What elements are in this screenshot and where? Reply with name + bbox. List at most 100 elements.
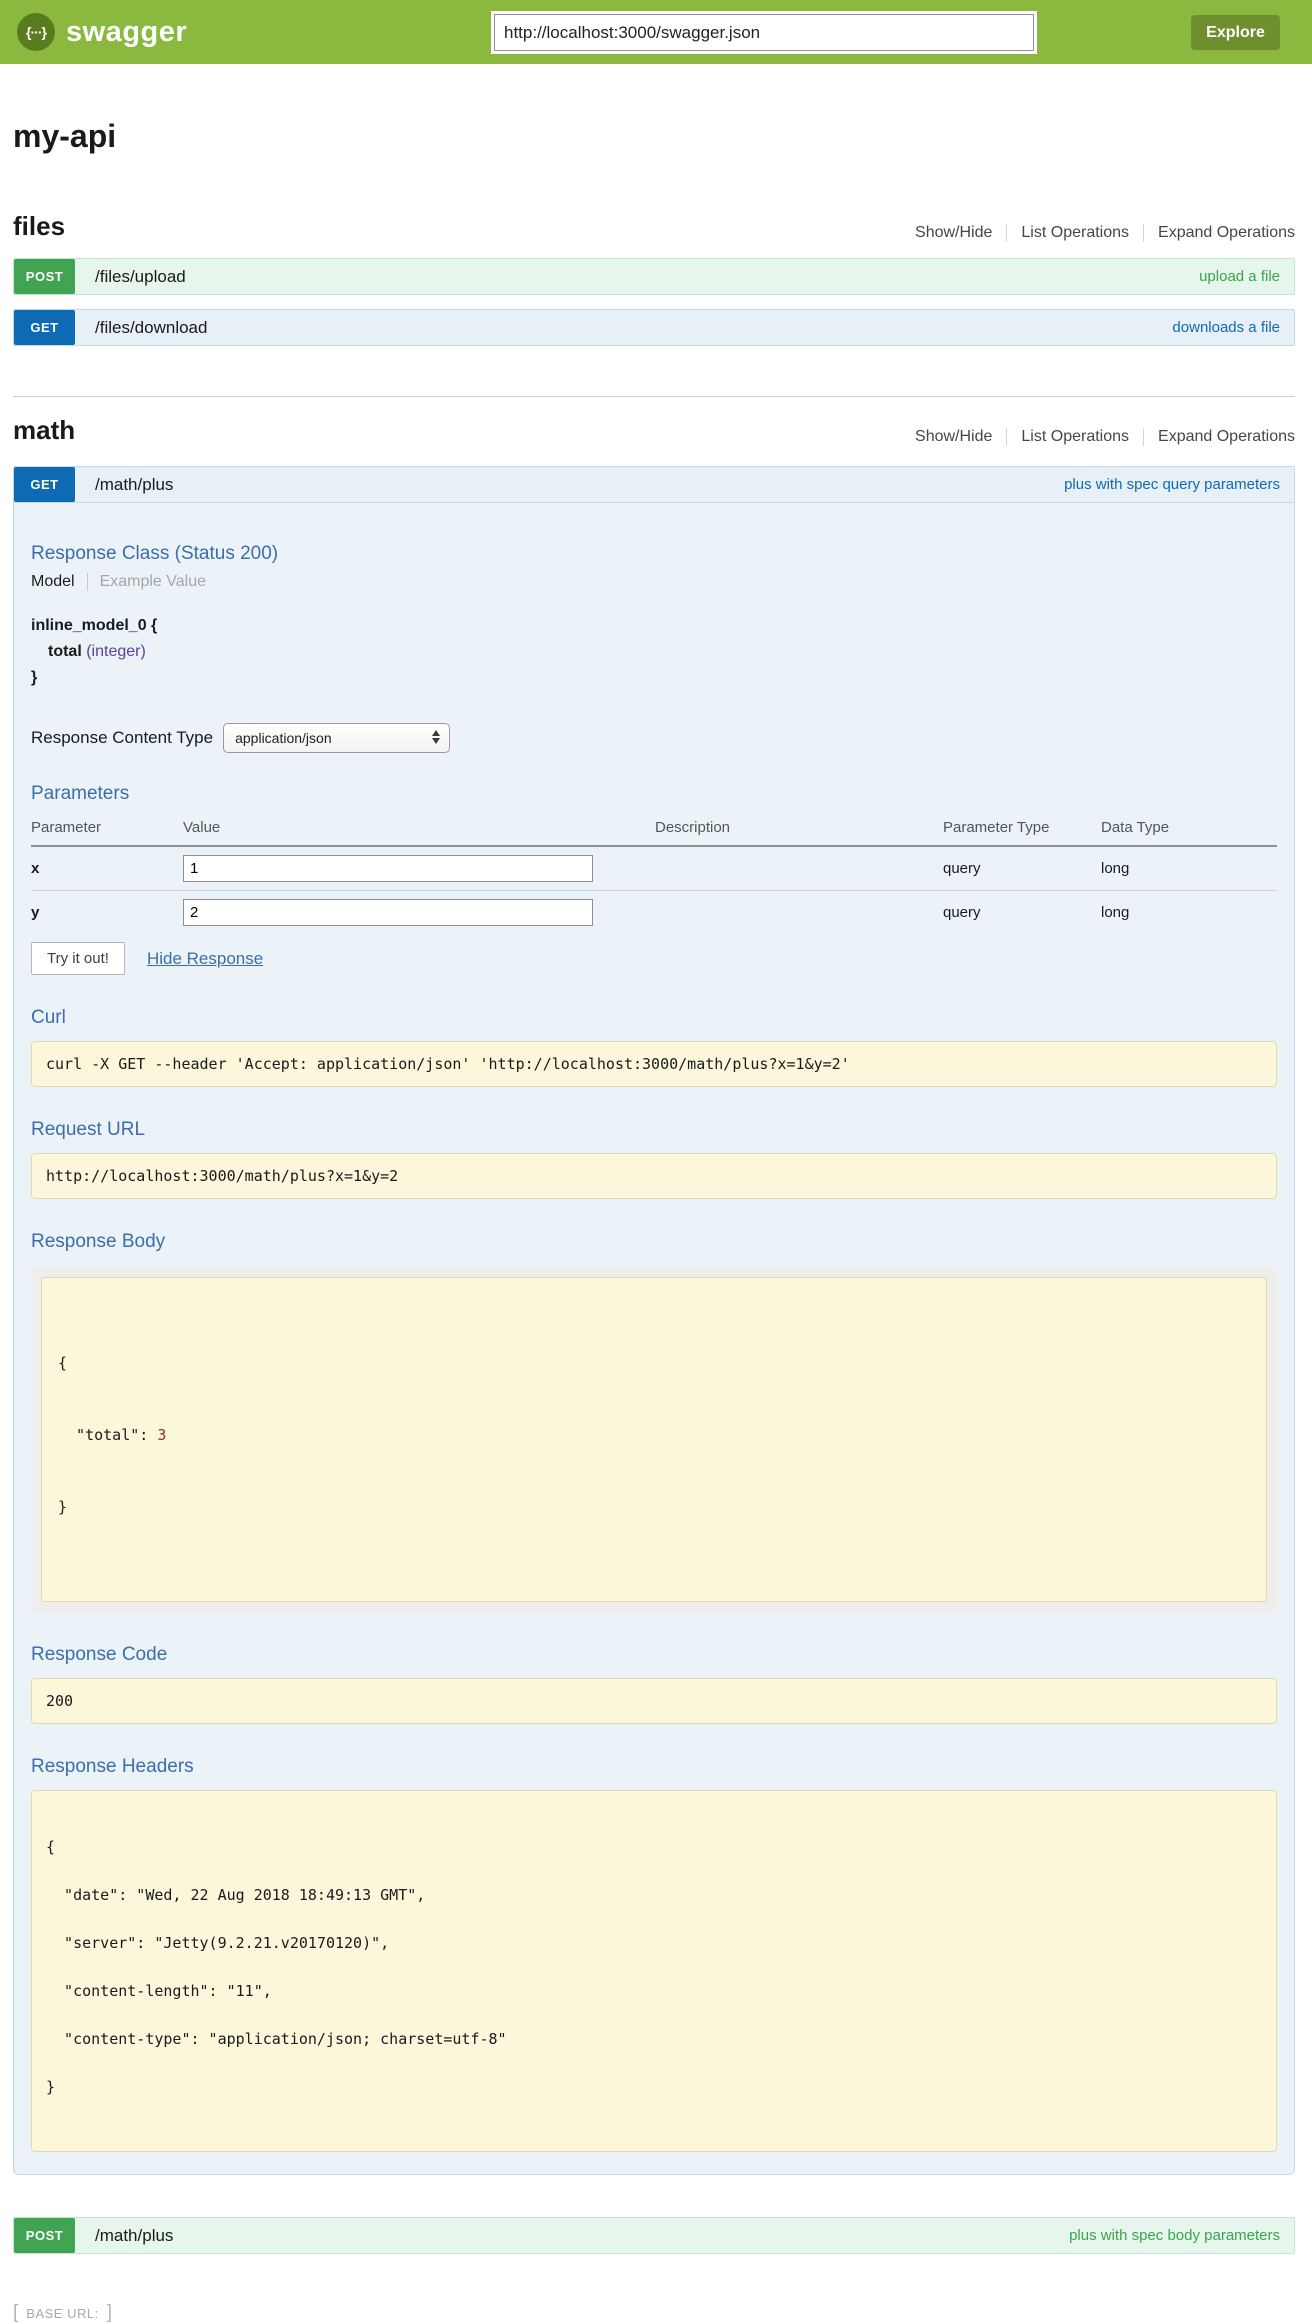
json-line: { <box>58 1351 1250 1375</box>
header-line: "date": "Wed, 22 Aug 2018 18:49:13 GMT", <box>46 1887 1262 1903</box>
curl-heading: Curl <box>31 1007 1277 1029</box>
header-line: "content-length": "11", <box>46 1983 1262 1999</box>
math-section-header: math Show/Hide List Operations Expand Op… <box>13 415 1295 446</box>
param-data-type: long <box>1101 891 1277 935</box>
curl-command-box: curl -X GET --header 'Accept: applicatio… <box>31 1041 1277 1087</box>
param-x-input[interactable] <box>183 855 593 882</box>
method-badge-post[interactable]: POST <box>14 259 75 294</box>
page-title: my-api <box>13 118 1295 155</box>
brand-name: swagger <box>66 16 187 49</box>
parameter-row-x: x query long <box>31 846 1277 891</box>
select-arrows-icon <box>432 730 440 744</box>
endpoint-path-link[interactable]: /math/plus <box>95 475 1064 495</box>
param-data-type: long <box>1101 846 1277 891</box>
col-parameter: Parameter <box>31 811 183 846</box>
response-body-heading: Response Body <box>31 1231 1277 1253</box>
files-section-header: files Show/Hide List Operations Expand O… <box>13 211 1295 242</box>
response-class-heading: Response Class (Status 200) <box>31 543 1277 565</box>
show-hide-link[interactable]: Show/Hide <box>901 224 1006 242</box>
response-headers-heading: Response Headers <box>31 1756 1277 1778</box>
list-operations-link[interactable]: List Operations <box>1006 428 1143 446</box>
expand-operations-link[interactable]: Expand Operations <box>1143 224 1295 242</box>
open-brace: { <box>147 617 158 634</box>
endpoint-summary-link[interactable]: plus with spec body parameters <box>1069 2227 1280 2244</box>
base-url-footer: [ BASE URL: ] <box>13 2302 1295 2324</box>
json-line: "total": 3 <box>58 1423 1250 1447</box>
param-type: query <box>943 846 1101 891</box>
response-body-wrapper: { "total": 3 } <box>31 1267 1277 1612</box>
hide-response-link[interactable]: Hide Response <box>147 949 263 969</box>
endpoint-row-get-math-plus: GET /math/plus plus with spec query para… <box>13 466 1295 503</box>
operation-panel: Response Class (Status 200) Model Exampl… <box>13 503 1295 2175</box>
response-headers-box: { "date": "Wed, 22 Aug 2018 18:49:13 GMT… <box>31 1790 1277 2152</box>
param-description <box>655 846 943 891</box>
try-it-out-button[interactable]: Try it out! <box>31 942 125 975</box>
param-type: query <box>943 891 1101 935</box>
tab-model[interactable]: Model <box>31 573 87 591</box>
spec-url-input[interactable] <box>494 14 1034 51</box>
endpoint-summary-link[interactable]: upload a file <box>1199 268 1280 285</box>
swagger-logo-icon: {···} <box>17 13 55 51</box>
explore-button[interactable]: Explore <box>1191 15 1280 50</box>
response-content-type-select[interactable]: application/json <box>223 723 450 753</box>
endpoint-row-post-math-plus: POST /math/plus plus with spec body para… <box>13 2217 1295 2254</box>
endpoint-path-link[interactable]: /math/plus <box>95 2226 1069 2246</box>
header-line: "server": "Jetty(9.2.21.v20170120)", <box>46 1935 1262 1951</box>
files-section-controls: Show/Hide List Operations Expand Operati… <box>901 224 1295 242</box>
endpoint-summary-link[interactable]: plus with spec query parameters <box>1064 476 1280 493</box>
endpoint-path-link[interactable]: /files/download <box>95 318 1172 338</box>
method-badge-post[interactable]: POST <box>14 2218 75 2253</box>
model-signature: inline_model_0 { total (integer) } <box>31 613 1277 691</box>
request-url-box: http://localhost:3000/math/plus?x=1&y=2 <box>31 1153 1277 1199</box>
section-divider <box>13 396 1295 397</box>
try-row: Try it out! Hide Response <box>31 942 1277 975</box>
list-operations-link[interactable]: List Operations <box>1006 224 1143 242</box>
method-badge-get[interactable]: GET <box>14 467 75 502</box>
col-parameter-type: Parameter Type <box>943 811 1101 846</box>
swagger-logo: {···} swagger <box>17 13 187 51</box>
param-name: y <box>31 891 183 935</box>
prop-name: total <box>48 643 82 660</box>
selected-content-type: application/json <box>235 730 332 746</box>
response-content-type-row: Response Content Type application/json <box>31 723 1277 753</box>
parameter-row-y: y query long <box>31 891 1277 935</box>
signature-line-close: } <box>31 665 1277 691</box>
header-bar: {···} swagger Explore <box>0 0 1312 64</box>
parameters-heading: Parameters <box>31 783 1277 805</box>
col-data-type: Data Type <box>1101 811 1277 846</box>
param-y-input[interactable] <box>183 899 593 926</box>
response-body-box: { "total": 3 } <box>41 1277 1267 1602</box>
json-line: } <box>58 1495 1250 1519</box>
response-code-heading: Response Code <box>31 1644 1277 1666</box>
header-line: } <box>46 2079 1262 2095</box>
close-bracket: ] <box>107 2302 112 2324</box>
signature-line-open: inline_model_0 { <box>31 613 1277 639</box>
model-tabs: Model Example Value <box>31 573 1277 591</box>
model-name: inline_model_0 <box>31 617 147 634</box>
parameters-table: Parameter Value Description Parameter Ty… <box>31 811 1277 934</box>
math-section-title: math <box>13 415 75 446</box>
tab-example-value[interactable]: Example Value <box>87 573 206 591</box>
param-description <box>655 891 943 935</box>
endpoint-path-link[interactable]: /files/upload <box>95 267 1199 287</box>
prop-type: (integer) <box>82 643 146 660</box>
main-content: my-api files Show/Hide List Operations E… <box>13 118 1295 2324</box>
open-bracket: [ <box>13 2302 18 2324</box>
method-badge-get[interactable]: GET <box>14 310 75 345</box>
param-name: x <box>31 846 183 891</box>
show-hide-link[interactable]: Show/Hide <box>901 428 1006 446</box>
col-value: Value <box>183 811 655 846</box>
files-section-title: files <box>13 211 65 242</box>
base-url-label: BASE URL: <box>26 2306 98 2321</box>
response-code-box: 200 <box>31 1678 1277 1724</box>
parameters-header-row: Parameter Value Description Parameter Ty… <box>31 811 1277 846</box>
request-url-heading: Request URL <box>31 1119 1277 1141</box>
endpoint-row-post-files-upload: POST /files/upload upload a file <box>13 258 1295 295</box>
math-section-controls: Show/Hide List Operations Expand Operati… <box>901 428 1295 446</box>
endpoint-summary-link[interactable]: downloads a file <box>1172 319 1280 336</box>
json-value: 3 <box>157 1426 166 1444</box>
response-content-type-label: Response Content Type <box>31 728 213 748</box>
endpoint-row-get-files-download: GET /files/download downloads a file <box>13 309 1295 346</box>
expand-operations-link[interactable]: Expand Operations <box>1143 428 1295 446</box>
header-line: "content-type": "application/json; chars… <box>46 2031 1262 2047</box>
